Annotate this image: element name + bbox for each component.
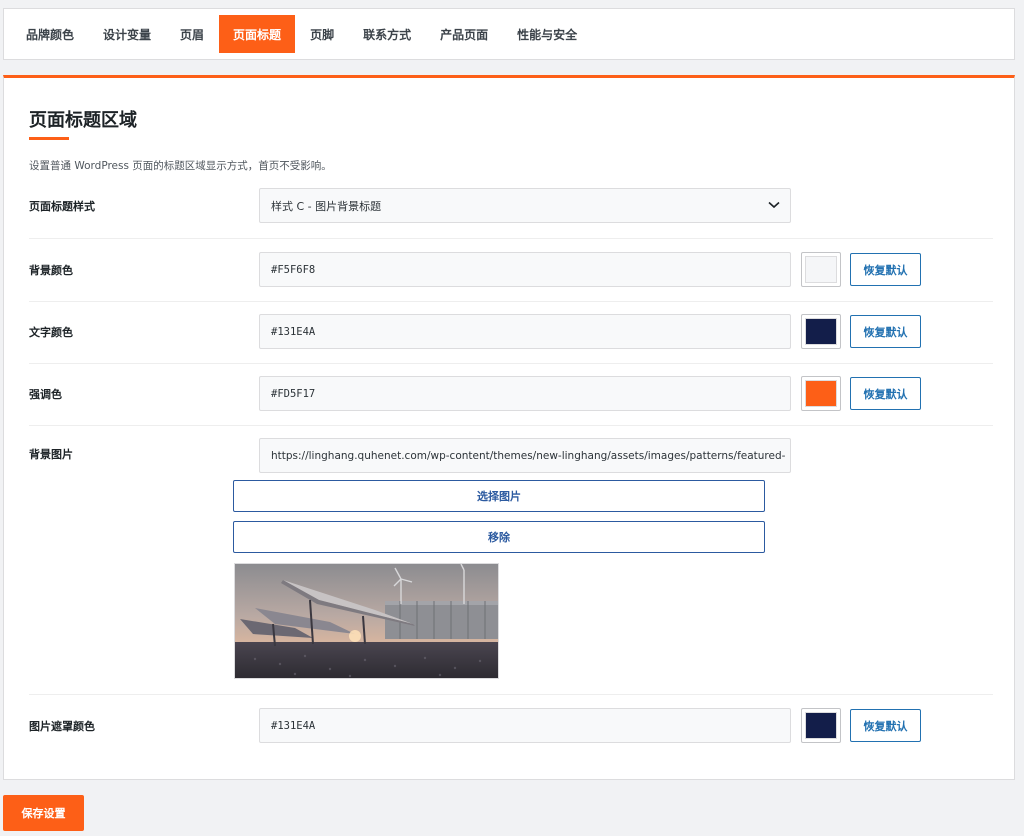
overlay-color-swatch[interactable] [801,708,841,743]
tab-performance-security[interactable]: 性能与安全 [503,15,591,53]
row-text-color: 文字颜色 #131E4A 恢复默认 [29,302,993,364]
overlay-color-label: 图片遮罩颜色 [29,720,95,733]
accent-color-swatch[interactable] [801,376,841,411]
bg-image-url-input[interactable]: https://linghang.quhenet.com/wp-content/… [259,438,791,473]
overlay-color-input[interactable]: #131E4A [259,708,791,743]
choose-image-button[interactable]: 选择图片 [233,480,765,512]
title-style-select[interactable]: 样式 C - 图片背景标题 [259,188,791,223]
bg-image-label: 背景图片 [29,448,73,461]
text-color-reset-button[interactable]: 恢复默认 [850,315,921,348]
row-accent-color: 强调色 #FD5F17 恢复默认 [29,364,993,426]
settings-tab-bar: 品牌颜色 设计变量 页眉 页面标题 页脚 联系方式 产品页面 性能与安全 [3,8,1015,60]
section-description: 设置普通 WordPress 页面的标题区域显示方式，首页不受影响。 [29,160,332,172]
bg-color-input[interactable]: #F5F6F8 [259,252,791,287]
accent-color-reset-button[interactable]: 恢复默认 [850,377,921,410]
bg-color-reset-button[interactable]: 恢复默认 [850,253,921,286]
tab-footer[interactable]: 页脚 [296,15,348,53]
save-settings-button[interactable]: 保存设置 [3,795,84,831]
row-overlay-color: 图片遮罩颜色 #131E4A 恢复默认 [29,695,993,767]
tab-brand-colors[interactable]: 品牌颜色 [12,15,88,53]
title-style-label: 页面标题样式 [29,200,95,213]
settings-panel: 页面标题区域 设置普通 WordPress 页面的标题区域显示方式，首页不受影响… [3,75,1015,780]
accent-color-input[interactable]: #FD5F17 [259,376,791,411]
bg-color-label: 背景颜色 [29,264,73,277]
row-title-style: 页面标题样式 样式 C - 图片背景标题 [29,186,993,239]
text-color-input[interactable]: #131E4A [259,314,791,349]
text-color-label: 文字颜色 [29,326,73,339]
tab-product-page[interactable]: 产品页面 [426,15,502,53]
chevron-down-icon [768,199,780,212]
tab-contact[interactable]: 联系方式 [349,15,425,53]
bg-color-swatch[interactable] [801,252,841,287]
tab-page-title[interactable]: 页面标题 [219,15,296,53]
row-bg-color: 背景颜色 #F5F6F8 恢复默认 [29,240,993,302]
tab-design-variables[interactable]: 设计变量 [89,15,165,53]
title-underline [29,137,69,140]
bg-image-preview [234,563,499,679]
row-bg-image: 背景图片 https://linghang.quhenet.com/wp-con… [29,426,993,695]
title-style-value: 样式 C - 图片背景标题 [271,199,382,213]
section-title: 页面标题区域 [29,110,137,131]
accent-color-label: 强调色 [29,388,62,401]
tab-header[interactable]: 页眉 [166,15,218,53]
overlay-color-reset-button[interactable]: 恢复默认 [850,709,921,742]
text-color-swatch[interactable] [801,314,841,349]
remove-image-button[interactable]: 移除 [233,521,765,553]
